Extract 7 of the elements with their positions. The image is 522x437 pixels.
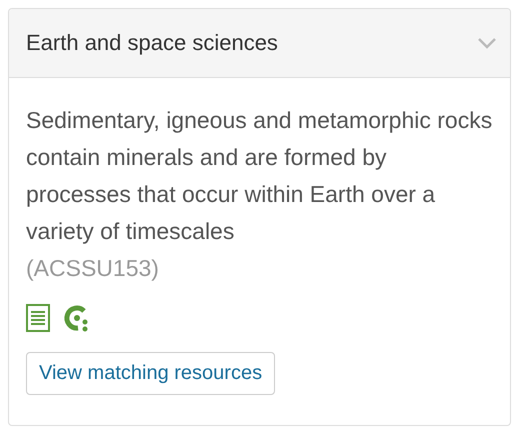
panel-header[interactable]: Earth and space sciences xyxy=(9,9,510,78)
document-icon xyxy=(26,304,50,332)
curriculum-code: (ACSSU153) xyxy=(26,254,160,283)
view-resources-button[interactable]: View matching resources xyxy=(26,352,276,395)
panel-title: Earth and space sciences xyxy=(26,30,278,56)
chevron-down-icon xyxy=(478,38,496,48)
description: Sedimentary, igneous and metamorphic rocks contain minerals and are formed by processes that occur within Earth over a variety of timescales xyxy=(26,106,494,246)
